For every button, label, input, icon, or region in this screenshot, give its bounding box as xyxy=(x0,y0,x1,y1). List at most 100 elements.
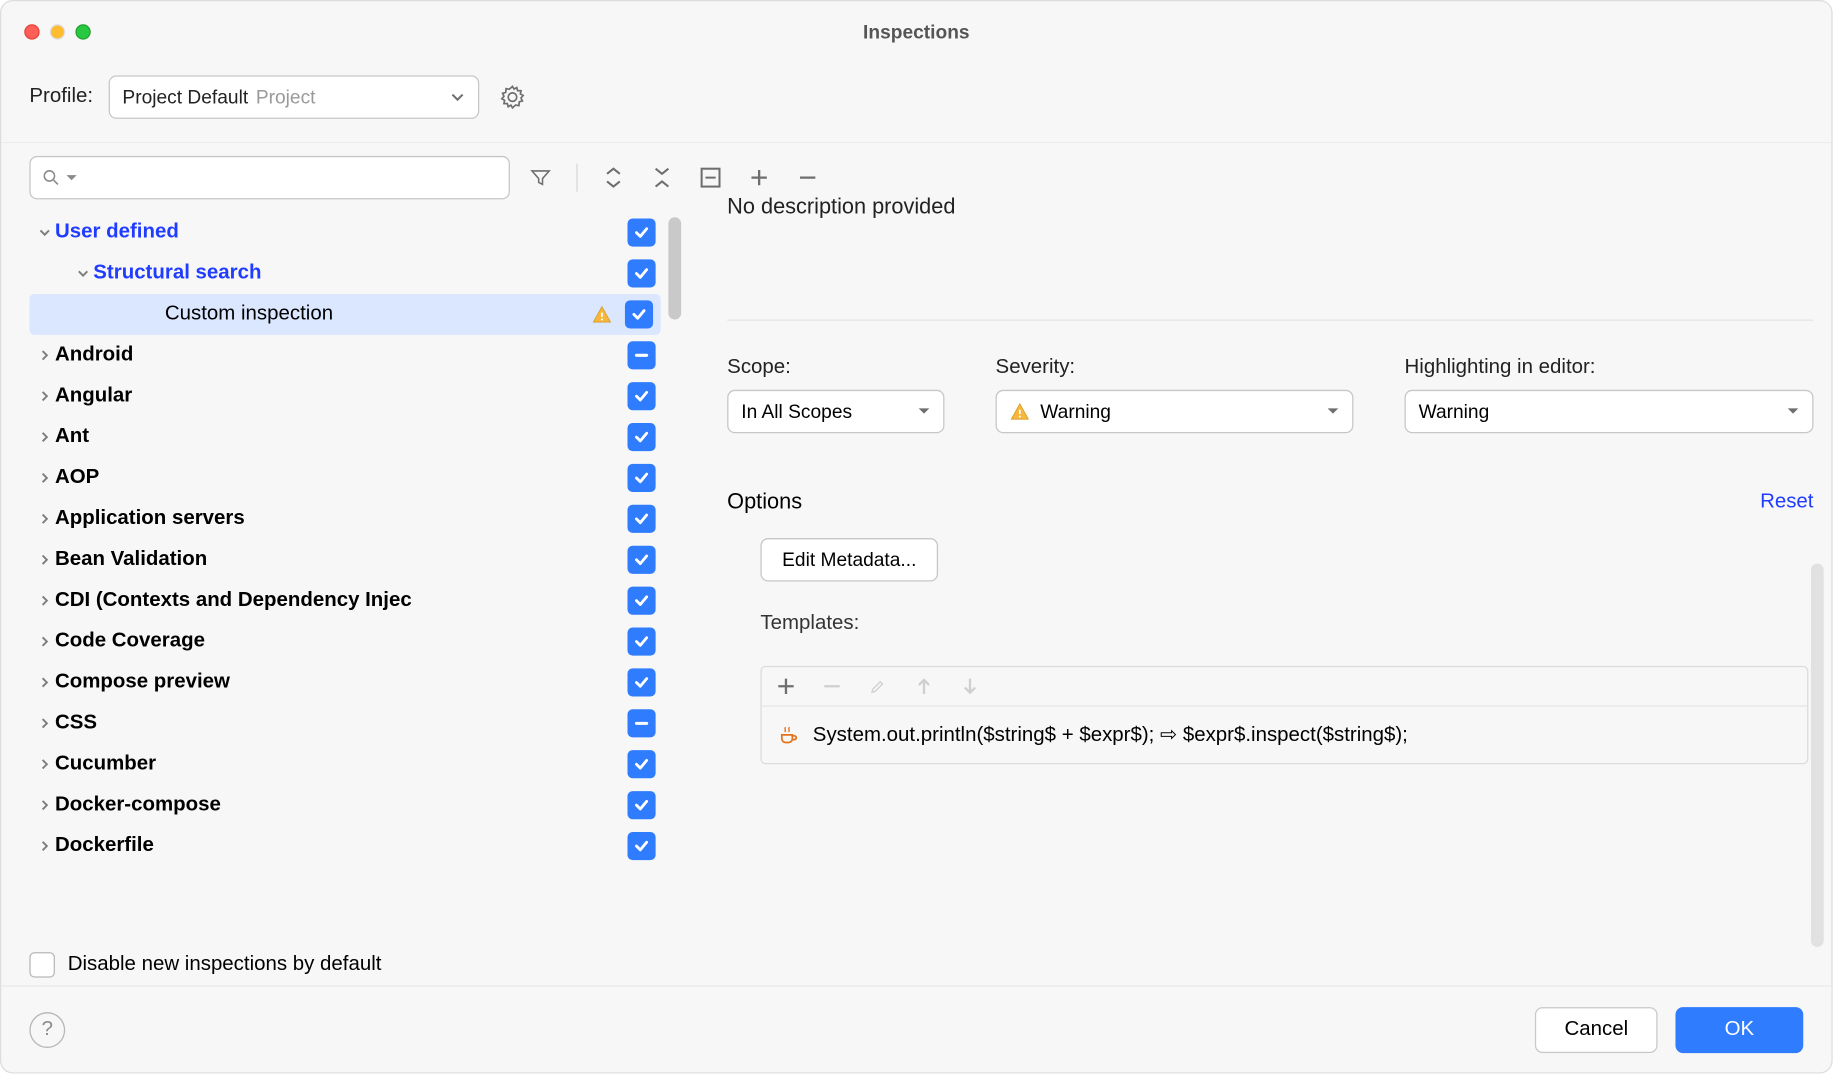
chevron-right-icon[interactable] xyxy=(35,594,55,607)
checkbox-checked[interactable] xyxy=(627,423,655,451)
chevron-down-icon[interactable] xyxy=(73,267,93,280)
chevron-right-icon[interactable] xyxy=(35,758,55,771)
expand-all-button[interactable] xyxy=(601,165,627,191)
tree-item[interactable]: Compose preview xyxy=(29,662,663,703)
tree-item-label: Docker-compose xyxy=(55,794,620,817)
options-header: Options Reset xyxy=(727,489,1813,515)
checkbox-checked[interactable] xyxy=(627,505,655,533)
edit-metadata-button[interactable]: Edit Metadata... xyxy=(760,538,938,581)
chevron-right-icon[interactable] xyxy=(35,349,55,362)
severity-dropdown[interactable]: Warning xyxy=(996,390,1354,433)
tree-item-label: Compose preview xyxy=(55,671,620,694)
tree-item-label: Bean Validation xyxy=(55,548,620,571)
tree-item[interactable]: AOP xyxy=(29,458,663,499)
template-add-button[interactable] xyxy=(774,675,797,698)
checkbox-checked[interactable] xyxy=(627,791,655,819)
tree-item-label: Code Coverage xyxy=(55,630,620,653)
filter-button[interactable] xyxy=(528,165,554,191)
tree-item[interactable]: Angular xyxy=(29,376,663,417)
inspection-tree-wrap: User definedStructural search Custom insp… xyxy=(29,212,686,994)
checkbox-mixed[interactable] xyxy=(627,341,655,369)
arrow-down-icon xyxy=(961,677,979,695)
chevron-right-icon[interactable] xyxy=(35,717,55,730)
scope-dropdown[interactable]: In All Scopes xyxy=(727,390,944,433)
tree-item-label: Android xyxy=(55,344,620,367)
tree-item[interactable]: Cucumber xyxy=(29,744,663,785)
profile-select[interactable]: Project Default Project xyxy=(108,75,479,118)
chevron-right-icon[interactable] xyxy=(35,799,55,812)
ok-button[interactable]: OK xyxy=(1675,1006,1803,1052)
tree-item[interactable]: CSS xyxy=(29,703,663,744)
profile-scope-hint: Project xyxy=(256,86,316,108)
checkbox-checked[interactable] xyxy=(627,587,655,615)
tree-item[interactable]: Code Coverage xyxy=(29,621,663,662)
chevron-right-icon[interactable] xyxy=(35,553,55,566)
gear-icon xyxy=(499,84,525,110)
right-scrollbar[interactable] xyxy=(1811,564,1824,947)
titlebar: Inspections xyxy=(1,1,1831,62)
tree-item-label: Angular xyxy=(55,385,620,408)
tree-item[interactable]: Structural search xyxy=(29,253,663,294)
tree-item[interactable]: User defined xyxy=(29,212,663,253)
chevron-right-icon[interactable] xyxy=(35,840,55,853)
chevron-right-icon[interactable] xyxy=(35,431,55,444)
checkbox-checked[interactable] xyxy=(627,668,655,696)
disable-checkbox[interactable] xyxy=(29,952,55,978)
chevron-down-icon xyxy=(450,89,465,104)
checkbox-checked[interactable] xyxy=(627,627,655,655)
chevron-right-icon[interactable] xyxy=(35,472,55,485)
tree-item[interactable]: Ant xyxy=(29,417,663,458)
search-toolbar xyxy=(29,148,686,207)
checkbox-checked[interactable] xyxy=(627,464,655,492)
inspection-tree[interactable]: User definedStructural search Custom insp… xyxy=(29,212,663,994)
checkbox-checked[interactable] xyxy=(627,382,655,410)
chevron-right-icon[interactable] xyxy=(35,635,55,648)
chevron-down-icon xyxy=(1787,405,1800,418)
tree-item-label: Cucumber xyxy=(55,753,620,776)
reset-link[interactable]: Reset xyxy=(1760,491,1813,514)
inspections-dialog: Inspections Profile: Project Default Pro… xyxy=(0,0,1833,1074)
profile-selected: Project Default xyxy=(122,86,248,108)
tree-item-label: CDI (Contexts and Dependency Injec xyxy=(55,589,620,612)
checkbox-checked[interactable] xyxy=(627,750,655,778)
chevron-right-icon[interactable] xyxy=(35,676,55,689)
dialog-footer: ? Cancel OK xyxy=(1,985,1831,1072)
tree-item[interactable]: CDI (Contexts and Dependency Injec xyxy=(29,580,663,621)
chevron-right-icon[interactable] xyxy=(35,512,55,525)
checkbox-checked[interactable] xyxy=(627,219,655,247)
tree-item[interactable]: Android xyxy=(29,335,663,376)
search-input-wrapper[interactable] xyxy=(29,156,510,199)
severity-label: Severity: xyxy=(996,357,1354,380)
checkbox-checked[interactable] xyxy=(625,300,653,328)
chevron-down-icon[interactable] xyxy=(35,226,55,239)
chevron-right-icon[interactable] xyxy=(35,390,55,403)
tree-item[interactable]: Bean Validation xyxy=(29,539,663,580)
highlight-dropdown[interactable]: Warning xyxy=(1405,390,1814,433)
collapse-all-button[interactable] xyxy=(649,165,675,191)
tree-item-label: Custom inspection xyxy=(165,303,592,326)
tree-item-label: Dockerfile xyxy=(55,835,620,858)
tree-item-label: AOP xyxy=(55,466,620,489)
window-title: Inspections xyxy=(1,21,1831,43)
java-icon xyxy=(777,723,800,746)
search-input[interactable] xyxy=(82,167,499,187)
left-pane: User definedStructural search Custom insp… xyxy=(1,143,691,994)
checkbox-checked[interactable] xyxy=(627,259,655,287)
checkbox-mixed[interactable] xyxy=(627,709,655,737)
profile-settings-button[interactable] xyxy=(494,79,530,115)
disable-new-inspections-row[interactable]: Disable new inspections by default xyxy=(29,952,381,978)
tree-item[interactable]: Dockerfile xyxy=(29,826,663,867)
help-button[interactable]: ? xyxy=(29,1012,65,1048)
templates-box: System.out.println($string$ + $expr$); ⇨… xyxy=(760,666,1808,764)
warning-icon xyxy=(1010,401,1030,421)
pencil-icon xyxy=(869,677,887,695)
template-item[interactable]: System.out.println($string$ + $expr$); ⇨… xyxy=(762,707,1807,763)
checkbox-checked[interactable] xyxy=(627,832,655,860)
checkbox-checked[interactable] xyxy=(627,546,655,574)
tree-item[interactable]: Application servers xyxy=(29,498,663,539)
tree-item[interactable]: Custom inspection xyxy=(29,294,660,335)
section-divider xyxy=(727,320,1813,321)
tree-scrollbar[interactable] xyxy=(668,217,681,319)
cancel-button[interactable]: Cancel xyxy=(1535,1006,1657,1052)
tree-item[interactable]: Docker-compose xyxy=(29,785,663,826)
